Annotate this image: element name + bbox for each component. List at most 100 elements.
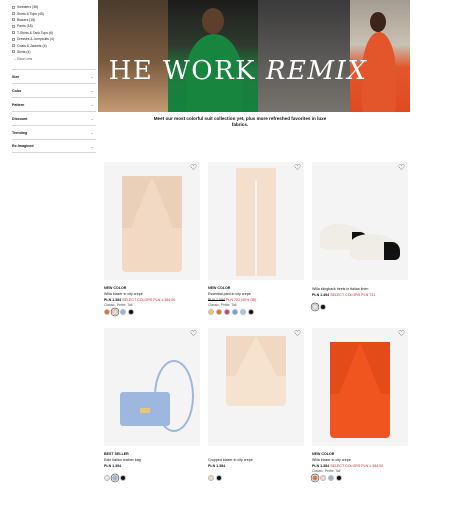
lapel <box>152 176 182 228</box>
product-image[interactable]: ♡ <box>208 162 304 280</box>
fit-options: Classic, Petite, Tall <box>208 303 237 307</box>
bag-clasp <box>140 408 150 413</box>
color-swatch[interactable] <box>328 475 334 481</box>
color-swatches <box>312 475 408 481</box>
checkbox[interactable] <box>12 31 15 35</box>
price-regular: PLN 1.384 <box>208 464 226 468</box>
color-swatches <box>208 475 304 481</box>
color-swatches <box>208 309 304 315</box>
color-swatch[interactable] <box>112 475 118 481</box>
lapel <box>330 342 360 394</box>
pant-leg <box>257 178 276 276</box>
checkbox[interactable] <box>12 24 15 28</box>
checkbox[interactable] <box>12 12 15 16</box>
category-label: Shirts & Tops (45) <box>17 11 44 16</box>
show-less-link[interactable]: – Show Less <box>14 57 96 63</box>
lapel <box>256 336 286 376</box>
checkbox[interactable] <box>12 5 15 9</box>
product-card[interactable]: ♡ Willa slingback heels in Italian linen… <box>312 162 408 310</box>
color-swatches <box>104 475 200 481</box>
category-item[interactable]: Skirts (4) <box>12 49 96 55</box>
category-label: Blazers (18) <box>17 17 36 22</box>
checkbox[interactable] <box>12 44 15 48</box>
filter-size[interactable]: Size ⌄ <box>12 69 96 83</box>
color-swatches <box>104 309 200 315</box>
fit-options: Classic, Petite, Tall <box>104 303 133 307</box>
product-card[interactable]: ♡ NEW COLOR Essential pant in city crepe… <box>208 162 304 315</box>
checkbox[interactable] <box>12 18 15 22</box>
hero-title: HE WORK REMIX <box>98 56 410 86</box>
wishlist-heart-icon[interactable]: ♡ <box>190 330 197 338</box>
color-swatch[interactable] <box>120 309 126 315</box>
filter-groups: Size ⌄ Color ⌄ Pattern ⌄ Discount ⌄ Trending… <box>12 69 96 154</box>
category-label: Pants (18) <box>17 24 33 29</box>
chevron-down-icon: ⌄ <box>90 74 94 80</box>
filter-trending[interactable]: Trending ⌄ <box>12 125 96 139</box>
pants-illustration <box>236 168 276 276</box>
product-image[interactable]: ♡ <box>104 162 200 280</box>
wishlist-heart-icon[interactable]: ♡ <box>398 330 405 338</box>
category-label: Dresses & Jumpsuits (4) <box>17 37 54 42</box>
fit-options: Classic, Petite, Tall <box>312 469 341 473</box>
toe-cap <box>384 242 400 260</box>
product-card[interactable]: ♡ NEW COLOR Willa blazer in city crepe P… <box>104 162 200 315</box>
product-price: PLN 1.384 <box>208 463 304 469</box>
color-swatch[interactable] <box>232 309 238 315</box>
category-label: Coats & Jackets (4) <box>17 43 47 48</box>
color-swatch[interactable] <box>336 475 342 481</box>
wishlist-heart-icon[interactable]: ♡ <box>294 164 301 172</box>
price-sale: SELECT COLORS PLN 731 <box>330 293 376 297</box>
color-swatch[interactable] <box>112 309 118 315</box>
color-swatch[interactable] <box>104 475 110 481</box>
color-swatch[interactable] <box>104 309 110 315</box>
filter-label: Re-Imagined <box>12 144 34 149</box>
fit-options <box>312 298 408 303</box>
color-swatch[interactable] <box>216 309 222 315</box>
filter-label: Size <box>12 74 20 79</box>
price-sale: SELECT COLORS PLN 1.384.00 <box>330 464 384 468</box>
product-card[interactable]: ♡ Cropped blazer in city crepe PLN 1.384 <box>208 328 304 481</box>
color-swatch[interactable] <box>312 304 318 310</box>
price-regular: PLN 1.084 <box>208 298 225 302</box>
color-swatch[interactable] <box>128 309 134 315</box>
color-swatch[interactable] <box>216 475 222 481</box>
chevron-down-icon: ⌄ <box>90 102 94 108</box>
checkbox[interactable] <box>12 50 15 54</box>
price-regular: PLN 1.384 <box>312 464 330 468</box>
product-image[interactable]: ♡ <box>104 328 200 446</box>
product-image[interactable]: ♡ <box>312 328 408 446</box>
filter-pattern[interactable]: Pattern ⌄ <box>12 97 96 111</box>
color-swatch[interactable] <box>120 475 126 481</box>
filter-sidebar: Sweaters (36) Shirts & Tops (45) Blazers… <box>12 4 96 154</box>
checkbox[interactable] <box>12 37 15 41</box>
hero-title-italic: REMIX <box>265 56 368 86</box>
color-swatch[interactable] <box>224 309 230 315</box>
wishlist-heart-icon[interactable]: ♡ <box>398 164 405 172</box>
color-swatch[interactable] <box>208 309 214 315</box>
category-label: T-Shirts & Tank Tops (6) <box>17 30 54 35</box>
filter-reimagined[interactable]: Re-Imagined ⌄ <box>12 139 96 154</box>
color-swatch[interactable] <box>248 309 254 315</box>
hero-banner[interactable]: HE WORK REMIX <box>98 0 410 112</box>
color-swatch[interactable] <box>312 475 318 481</box>
product-image[interactable]: ♡ <box>312 162 408 280</box>
filter-label: Pattern <box>12 102 25 107</box>
filter-discount[interactable]: Discount ⌄ <box>12 111 96 125</box>
product-card[interactable]: ♡ NEW COLOR Willa blazer in city crepe P… <box>312 328 408 481</box>
lapel <box>122 176 152 228</box>
color-swatch[interactable] <box>320 304 326 310</box>
filter-color[interactable]: Color ⌄ <box>12 83 96 97</box>
lapel <box>226 336 256 376</box>
color-swatch[interactable] <box>240 309 246 315</box>
chevron-down-icon: ⌄ <box>90 88 94 94</box>
model-head <box>370 12 386 32</box>
lapel <box>360 342 390 394</box>
product-card[interactable]: ♡ BEST SELLER Edie Italian leather bag P… <box>104 328 200 481</box>
color-swatch[interactable] <box>320 475 326 481</box>
wishlist-heart-icon[interactable]: ♡ <box>190 164 197 172</box>
wishlist-heart-icon[interactable]: ♡ <box>294 330 301 338</box>
color-swatch[interactable] <box>208 475 214 481</box>
filter-label: Trending <box>12 130 28 135</box>
product-image[interactable]: ♡ <box>208 328 304 446</box>
color-swatches <box>312 304 408 310</box>
